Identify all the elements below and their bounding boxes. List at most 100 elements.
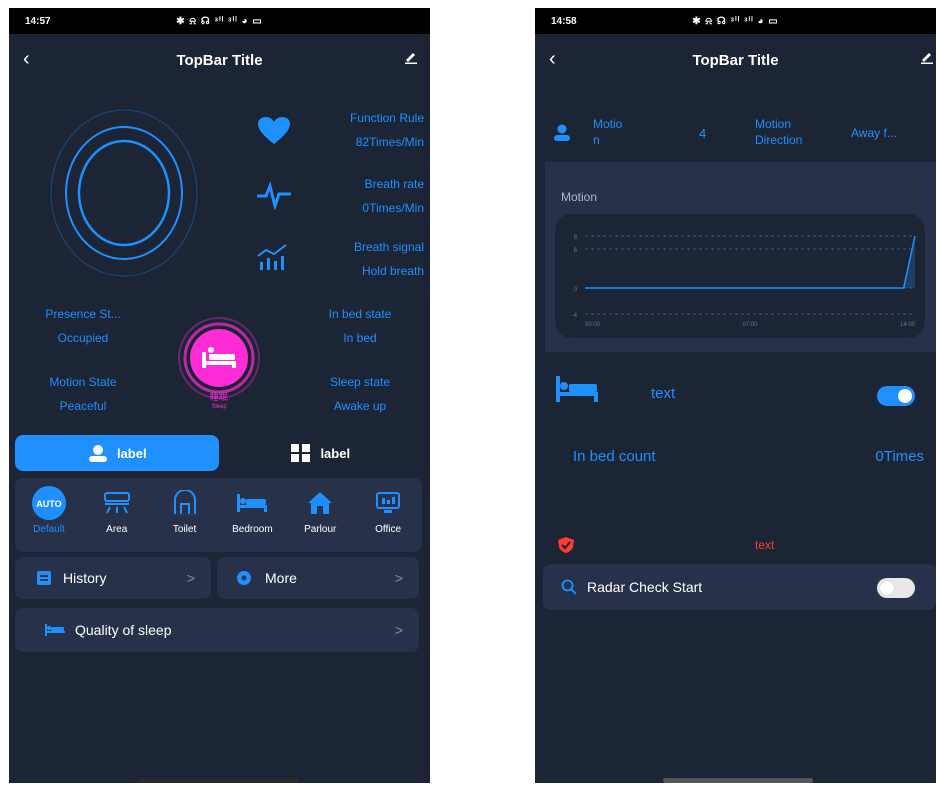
edit-icon[interactable] <box>404 50 418 69</box>
top-bar: ‹ TopBar Title <box>9 34 430 86</box>
toggle-knob <box>880 581 894 595</box>
vital-label: Breath rate <box>364 177 424 191</box>
phone-screen-right: 14:58 ✱ ⍾ ☊ ᵌⁱˡ ᵌⁱˡ ◕ ▭ ‹ TopBar Title M… <box>535 8 936 783</box>
grid-icon <box>291 444 311 462</box>
presence-state: Presence St... Occupied <box>23 302 143 350</box>
motion-value: 4 <box>699 126 707 141</box>
status-time: 14:57 <box>25 15 51 27</box>
alert-text: text <box>755 538 775 552</box>
quality-label: Quality of sleep <box>75 622 172 638</box>
scene-office[interactable]: Office <box>354 478 422 552</box>
auto-icon-text: AUTO <box>36 498 62 509</box>
page-title: TopBar Title <box>176 51 263 69</box>
state-value: Peaceful <box>59 399 107 413</box>
bed-text: text <box>651 385 676 402</box>
user-icon <box>88 445 107 462</box>
sleep-state: Sleep state Awake up <box>300 370 420 418</box>
back-arrow-icon[interactable]: ‹ <box>23 48 30 71</box>
pulse-icon <box>257 181 291 210</box>
home-icon <box>308 492 333 514</box>
state-value: Occupied <box>57 331 109 345</box>
scene-label: Default <box>33 524 65 535</box>
scene-bedroom[interactable]: Bedroom <box>218 478 286 552</box>
gear-icon <box>237 571 251 585</box>
radar-rings-icon <box>50 109 198 277</box>
status-bar: 14:57 ✱ ⍾ ☊ ᵌⁱˡ ᵌⁱˡ ◕ ▭ <box>9 8 430 34</box>
sleep-caption: 睡眠 <box>209 392 228 402</box>
vital-label: Breath signal <box>353 240 424 254</box>
motion-line-chart: 8 6 0 -4 00:00 07:00 14:00 <box>572 235 916 328</box>
quality-of-sleep-button[interactable]: Quality of sleep > <box>15 608 419 652</box>
tab-label: label <box>116 445 147 461</box>
more-label: More <box>265 570 297 586</box>
series-line <box>585 235 916 289</box>
home-indicator <box>663 778 813 783</box>
x-tick-label: 00:00 <box>585 322 601 328</box>
edit-icon[interactable] <box>920 50 934 69</box>
state-label: Presence St... <box>45 307 121 321</box>
bed-icon <box>237 494 268 512</box>
x-tick-label: 07:00 <box>742 322 758 328</box>
y-tick-label: 0 <box>574 287 578 293</box>
scene-label: Parlour <box>304 524 337 535</box>
vital-value: 0Times/Min <box>362 201 424 215</box>
direction-label: Motion Direction <box>755 117 803 147</box>
scene-label: Area <box>106 524 128 535</box>
chevron-right-icon: > <box>186 570 195 586</box>
bed-icon <box>45 624 65 636</box>
monitor-icon <box>376 492 401 513</box>
direction-value: Away f... <box>851 126 897 140</box>
heart-icon <box>258 117 290 144</box>
user-icon <box>554 124 570 141</box>
history-button[interactable]: History > <box>15 557 211 599</box>
motion-label: Motio n <box>593 117 623 147</box>
state-label: In bed state <box>328 307 392 321</box>
vital-label: Function Rule <box>349 111 424 125</box>
motion-state: Motion State Peaceful <box>23 370 143 418</box>
scene-default[interactable]: AUTO Default <box>15 478 83 552</box>
state-label: Motion State <box>49 375 117 389</box>
status-time: 14:58 <box>551 15 577 27</box>
radar-check-toggle[interactable] <box>877 578 915 598</box>
status-icons: ✱ ⍾ ☊ ᵌⁱˡ ᵌⁱˡ ◕ ▭ <box>692 15 779 27</box>
state-label: Sleep state <box>329 375 391 389</box>
status-bar: 14:58 ✱ ⍾ ☊ ᵌⁱˡ ᵌⁱˡ ◕ ▭ <box>535 8 936 34</box>
scene-toilet[interactable]: Toilet <box>151 478 219 552</box>
document-icon <box>37 571 51 585</box>
shield-alert-icon <box>558 537 574 553</box>
scene-label: Office <box>375 524 402 535</box>
in-bed-state: In bed state In bed <box>300 302 420 350</box>
vital-value: Hold breath <box>361 264 424 278</box>
tab-label: label <box>320 445 351 461</box>
scene-label: Toilet <box>172 524 197 535</box>
signal-chart-icon <box>257 244 287 270</box>
tab-person[interactable]: label <box>15 435 219 471</box>
back-arrow-icon[interactable]: ‹ <box>549 48 556 71</box>
chevron-right-icon: > <box>394 622 403 638</box>
x-tick-label: 14:00 <box>900 322 916 328</box>
radar-check-label: Radar Check Start <box>587 579 703 595</box>
toilet-icon <box>173 490 196 514</box>
chart-title: Motion <box>561 190 598 204</box>
top-bar: ‹ TopBar Title <box>535 34 936 86</box>
toggle-knob <box>898 389 912 403</box>
view-tabs: label label <box>15 435 422 471</box>
in-bed-count-value: 0Times <box>875 448 924 465</box>
state-value: Awake up <box>333 399 387 413</box>
bed-icon <box>556 376 598 402</box>
status-icons: ✱ ⍾ ☊ ᵌⁱˡ ᵌⁱˡ ◕ ▭ <box>176 15 263 27</box>
vital-value: 82Times/Min <box>355 135 424 149</box>
tab-grid[interactable]: label <box>219 435 423 471</box>
bed-toggle[interactable] <box>877 386 915 406</box>
scene-label: Bedroom <box>232 524 273 535</box>
more-button[interactable]: More > <box>217 557 419 599</box>
scene-selector: AUTO Default Area Toilet Bedroom Parlour… <box>15 478 422 552</box>
chart-area: 8 6 0 -4 00:00 07:00 14:00 <box>555 214 925 338</box>
series-area <box>585 236 915 288</box>
y-tick-label: 6 <box>574 248 578 254</box>
motion-chart-panel: Motion 8 6 0 -4 00:00 07:00 14:00 <box>545 162 936 352</box>
chevron-right-icon: > <box>394 570 403 586</box>
scene-parlour[interactable]: Parlour <box>286 478 354 552</box>
motion-info-row: Motio n 4 Motion Direction Away f... <box>535 108 936 158</box>
scene-area[interactable]: Area <box>83 478 151 552</box>
